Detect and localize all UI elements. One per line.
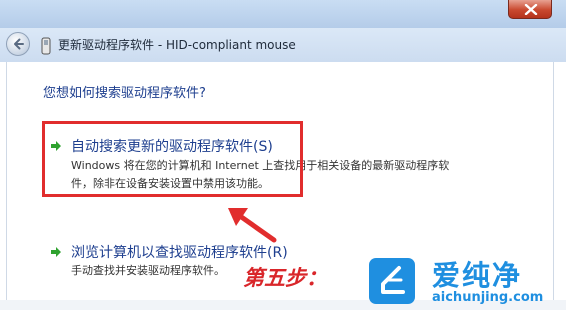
watermark-url: aichunjing.com [432,290,544,305]
browse-computer-option-link[interactable]: 浏览计算机以查找驱动程序软件(R) [71,242,288,262]
annotation-arrow-icon [228,208,277,243]
search-question-heading: 您想如何搜索驱动程序软件? [43,86,206,101]
back-button[interactable] [6,32,30,56]
back-arrow-icon [14,38,24,50]
device-manager-icon [41,37,51,55]
title-bar [0,0,566,28]
close-icon [524,4,538,15]
watermark-brand: 爱纯净 [432,259,523,292]
green-arrow-icon [51,247,61,257]
highlight-box [42,121,303,197]
step-label: 第五步： [243,265,327,290]
close-button[interactable] [508,0,552,19]
browse-computer-description: 手动查找并安装驱动程序软件。 [71,264,225,277]
window-title: 更新驱动程序软件 - HID-compliant mouse [58,38,296,52]
watermark-logo-icon [369,258,415,304]
navigation-bar: 更新驱动程序软件 - HID-compliant mouse [0,28,566,62]
